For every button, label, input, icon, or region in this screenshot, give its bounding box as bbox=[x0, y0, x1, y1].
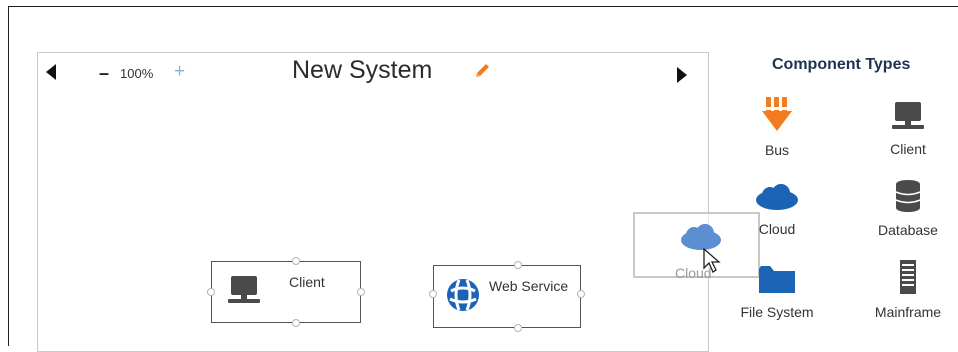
zoom-out-button[interactable]: – bbox=[99, 64, 109, 82]
globe-icon bbox=[445, 277, 481, 318]
connector-handle[interactable] bbox=[357, 288, 365, 296]
palette-item-label: Mainframe bbox=[874, 304, 942, 320]
node-label: Client bbox=[289, 274, 325, 290]
bus-icon bbox=[727, 95, 827, 138]
node-label: Web Service bbox=[489, 278, 569, 294]
folder-icon bbox=[727, 263, 827, 300]
diagram-canvas[interactable] bbox=[37, 52, 709, 352]
palette-item-label: Database bbox=[878, 222, 938, 238]
web-service-node[interactable]: Web Service bbox=[429, 261, 585, 332]
client-node[interactable]: Client bbox=[207, 257, 365, 327]
database-icon bbox=[858, 179, 958, 218]
mainframe-icon bbox=[858, 259, 958, 300]
mouse-pointer-icon bbox=[702, 247, 724, 279]
palette-item-client[interactable]: Client bbox=[858, 100, 958, 157]
palette-item-database[interactable]: Database bbox=[858, 179, 958, 238]
palette-item-mainframe[interactable]: Mainframe bbox=[858, 259, 958, 320]
connector-handle[interactable] bbox=[514, 261, 522, 269]
connector-handle[interactable] bbox=[207, 288, 215, 296]
prev-arrow-icon[interactable] bbox=[46, 64, 56, 80]
connector-handle[interactable] bbox=[292, 257, 300, 265]
pencil-edit-icon[interactable] bbox=[474, 61, 492, 84]
palette-item-label: Bus bbox=[764, 142, 790, 158]
connector-handle[interactable] bbox=[577, 290, 585, 298]
palette-item-cloud[interactable]: Cloud bbox=[727, 184, 827, 237]
zoom-level: 100% bbox=[120, 66, 154, 81]
palette-item-label: File System bbox=[740, 304, 814, 320]
next-arrow-icon[interactable] bbox=[677, 67, 687, 83]
palette-item-bus[interactable]: Bus bbox=[727, 95, 827, 158]
palette-title: Component Types bbox=[772, 56, 911, 73]
palette-item-label: Cloud bbox=[758, 221, 796, 237]
computer-icon bbox=[858, 100, 958, 137]
zoom-in-button[interactable]: + bbox=[174, 61, 185, 83]
connector-handle[interactable] bbox=[514, 324, 522, 332]
system-title: New System bbox=[292, 56, 433, 84]
connector-handle[interactable] bbox=[292, 319, 300, 327]
cloud-icon bbox=[727, 184, 827, 217]
palette-item-file-system[interactable]: File System bbox=[727, 263, 827, 320]
palette-item-label: Client bbox=[890, 141, 926, 157]
connector-handle[interactable] bbox=[429, 290, 437, 298]
computer-icon bbox=[227, 274, 261, 311]
